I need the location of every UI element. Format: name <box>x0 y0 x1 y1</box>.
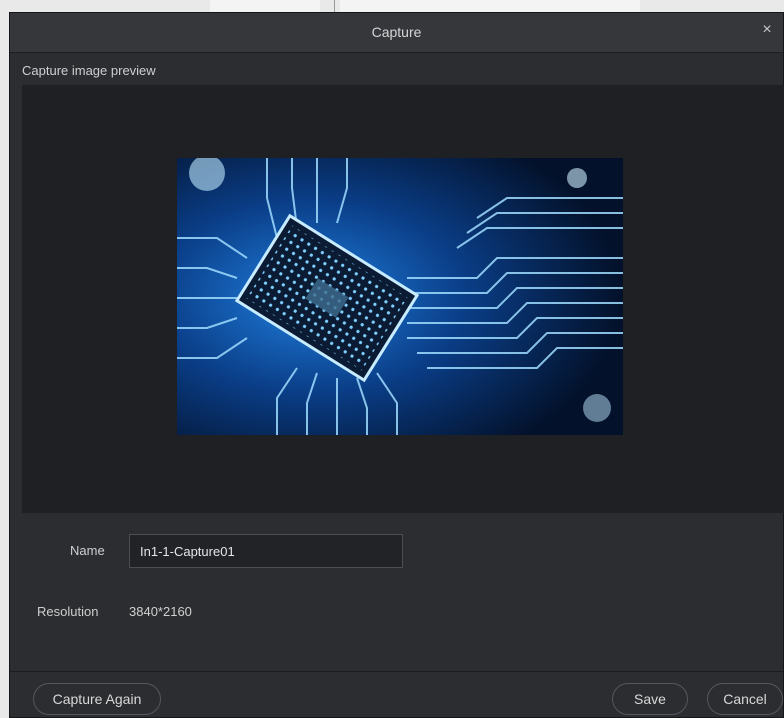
resolution-label: Resolution <box>37 604 99 619</box>
preview-label: Capture image preview <box>22 63 156 78</box>
captured-image <box>177 158 623 435</box>
resolution-value: 3840*2160 <box>129 604 192 619</box>
dialog-titlebar: Capture × <box>10 13 783 53</box>
dialog-title: Capture <box>371 24 422 40</box>
background-strip <box>340 0 640 12</box>
capture-again-button[interactable]: Capture Again <box>33 683 161 715</box>
footer-divider <box>10 671 783 672</box>
background-divider <box>334 0 335 12</box>
background-strip <box>210 0 320 12</box>
name-label: Name <box>70 543 105 558</box>
capture-dialog: Capture × Capture image preview Name In1… <box>9 12 784 718</box>
name-input[interactable] <box>129 534 403 568</box>
close-icon[interactable]: × <box>759 22 775 38</box>
save-button[interactable]: Save <box>612 683 688 715</box>
capture-preview-panel <box>22 85 784 513</box>
cancel-button[interactable]: Cancel <box>707 683 783 715</box>
circuit-chip-image <box>177 158 623 435</box>
